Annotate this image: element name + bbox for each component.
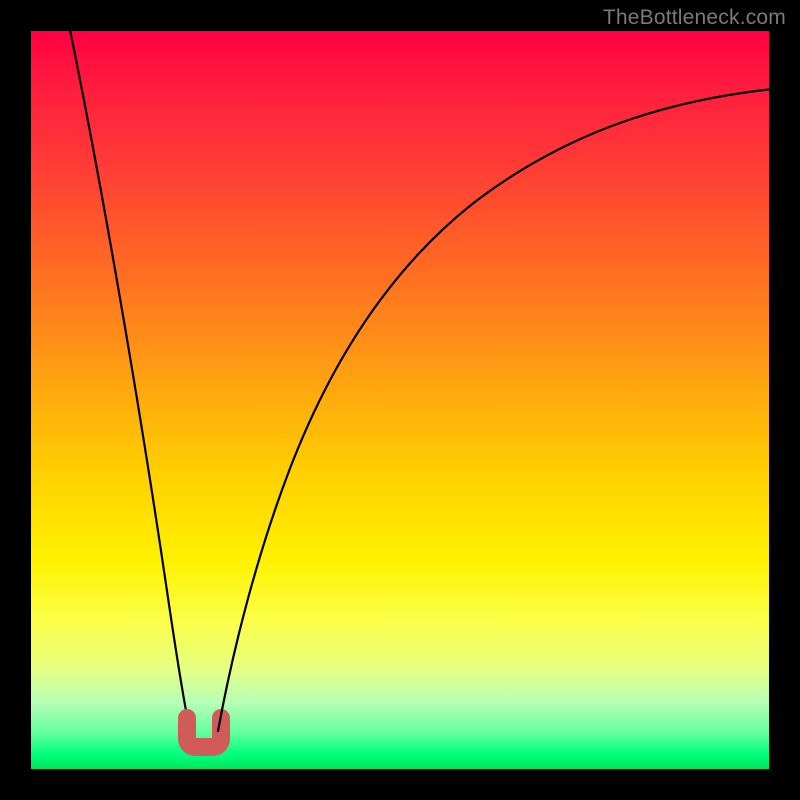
curve-left-branch	[69, 25, 190, 731]
plot-area	[31, 31, 769, 769]
curve-right-branch	[218, 89, 773, 731]
valley-marker	[187, 718, 221, 747]
watermark-text: TheBottleneck.com	[603, 6, 786, 30]
curve-layer	[31, 31, 769, 769]
chart-frame: TheBottleneck.com	[0, 0, 800, 800]
